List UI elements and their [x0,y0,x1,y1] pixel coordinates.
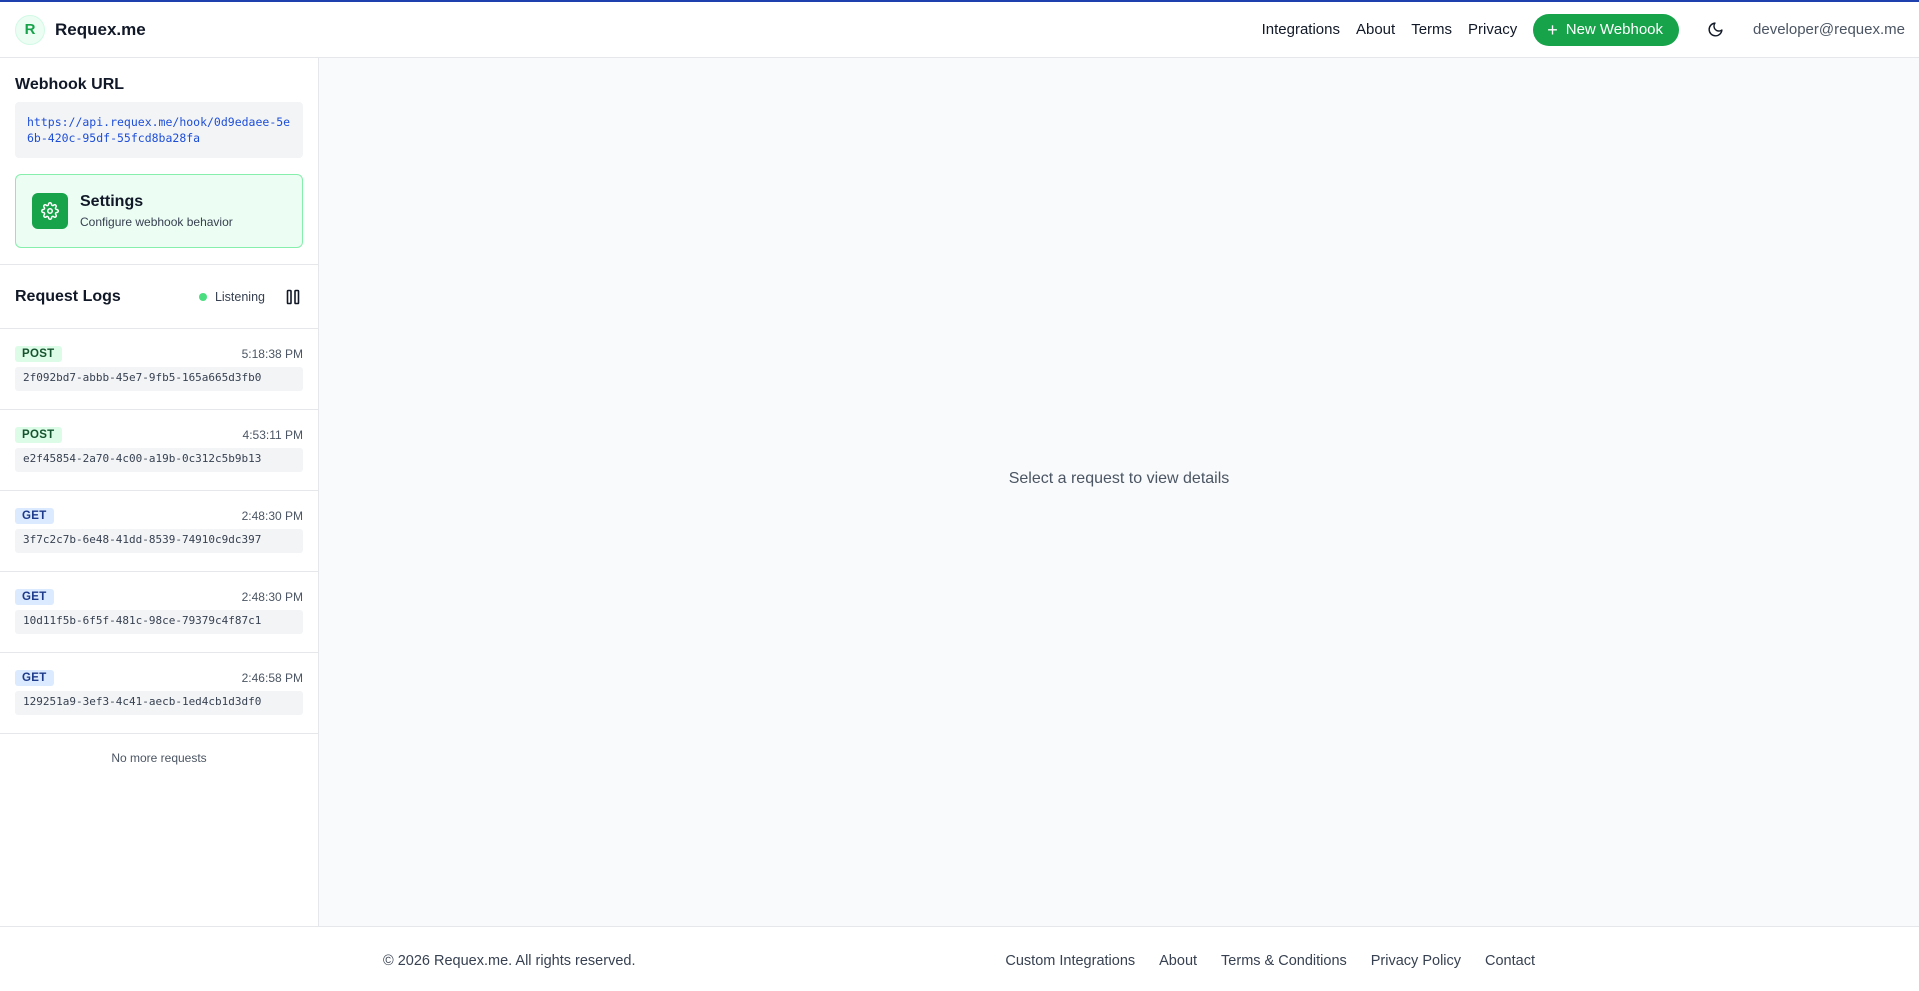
request-log-item[interactable]: POST 5:18:38 PM 2f092bd7-abbb-45e7-9fb5-… [0,329,318,410]
nav-terms[interactable]: Terms [1411,21,1452,38]
settings-title: Settings [80,193,144,210]
request-id: e2f45854-2a70-4c00-a19b-0c312c5b9b13 [15,448,303,472]
plus-icon: + [1547,19,1558,40]
footer-links: Custom Integrations About Terms & Condit… [1005,953,1535,969]
settings-subtitle: Configure webhook behavior [80,215,233,229]
method-badge: POST [15,427,62,443]
request-log-item[interactable]: POST 4:53:11 PM e2f45854-2a70-4c00-a19b-… [0,410,318,491]
pause-button[interactable] [283,287,303,307]
webhook-url-field[interactable]: https://api.requex.me/hook/0d9edaee-5e6b… [15,102,303,158]
settings-text: Settings Configure webhook behavior [80,193,233,229]
top-header: R Requex.me Integrations About Terms Pri… [0,2,1919,58]
request-detail-panel: Select a request to view details [319,58,1919,926]
copyright: © 2026 Requex.me. All rights reserved. [383,953,636,969]
new-webhook-button[interactable]: + New Webhook [1533,13,1680,46]
request-id: 3f7c2c7b-6e48-41dd-8539-74910c9dc397 [15,529,303,553]
footer-link-about[interactable]: About [1159,953,1197,969]
request-time: 2:46:58 PM [241,671,303,685]
footer-link-contact[interactable]: Contact [1485,953,1535,969]
nav-about[interactable]: About [1356,21,1395,38]
method-badge: GET [15,670,54,686]
no-more-requests: No more requests [111,751,207,765]
request-log-item[interactable]: GET 2:48:30 PM 3f7c2c7b-6e48-41dd-8539-7… [0,491,318,572]
nav-integrations[interactable]: Integrations [1262,21,1340,38]
pause-icon [286,289,300,304]
nav-privacy[interactable]: Privacy [1468,21,1517,38]
request-log-item[interactable]: GET 2:48:30 PM 10d11f5b-6f5f-481c-98ce-7… [0,572,318,653]
sidebar: Webhook URL https://api.requex.me/hook/0… [0,58,319,926]
request-id: 10d11f5b-6f5f-481c-98ce-79379c4f87c1 [15,610,303,634]
moon-icon [1708,22,1723,37]
request-logs-title: Request Logs [15,287,121,305]
listening-status: Listening [198,287,303,307]
brand-name: Requex.me [55,19,146,39]
listening-label: Listening [214,289,265,304]
request-log-item[interactable]: GET 2:46:58 PM 129251a9-3ef3-4c41-aecb-1… [0,653,318,734]
footer-link-terms[interactable]: Terms & Conditions [1221,953,1347,969]
theme-toggle-button[interactable] [1701,16,1729,44]
webhook-url-title: Webhook URL [15,76,125,93]
webhook-section: Webhook URL https://api.requex.me/hook/0… [0,58,318,265]
method-badge: POST [15,346,62,362]
request-logs-header: Request Logs Listening [0,265,318,329]
user-email[interactable]: developer@requex.me [1753,21,1905,38]
footer-link-privacy[interactable]: Privacy Policy [1371,953,1461,969]
request-time: 2:48:30 PM [241,590,303,604]
new-webhook-label: New Webhook [1565,21,1664,38]
request-time: 4:53:11 PM [242,428,303,442]
request-id: 2f092bd7-abbb-45e7-9fb5-165a665d3fb0 [15,367,303,391]
method-badge: GET [15,589,54,605]
top-nav: Integrations About Terms Privacy + New W… [1262,13,1905,46]
gear-icon [32,193,68,229]
settings-card[interactable]: Settings Configure webhook behavior [15,174,303,248]
live-status-dot [198,292,207,301]
request-id: 129251a9-3ef3-4c41-aecb-1ed4cb1d3df0 [15,691,303,715]
footer-link-custom-integrations[interactable]: Custom Integrations [1005,953,1135,969]
method-badge: GET [15,508,54,524]
request-time: 5:18:38 PM [241,347,303,361]
footer: © 2026 Requex.me. All rights reserved. C… [0,926,1919,991]
brand[interactable]: R Requex.me [15,14,146,45]
empty-state-message: Select a request to view details [1008,470,1230,487]
logo-icon: R [15,14,45,45]
request-time: 2:48:30 PM [241,509,303,523]
